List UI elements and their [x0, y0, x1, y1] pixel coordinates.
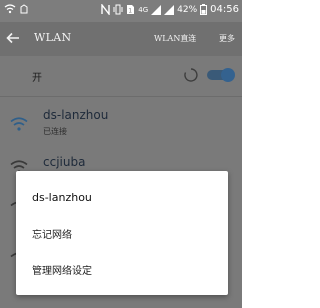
wifi-signal-icon — [10, 117, 28, 131]
page-title: WLAN — [34, 31, 72, 44]
wifi-status-icon — [4, 4, 16, 14]
wlan-switch[interactable] — [207, 68, 235, 82]
wlan-direct-button[interactable]: WLAN直连 — [154, 33, 196, 44]
status-time: 04:56 — [210, 4, 239, 15]
status-bar: 1 4G 42% 04:56 — [0, 0, 242, 22]
signal-icon-2 — [164, 4, 175, 15]
network-name: ccjiuba — [43, 155, 86, 169]
network-type-label: 4G — [138, 5, 149, 14]
nfc-icon — [101, 4, 110, 15]
network-name: ds-lanzhou — [43, 108, 109, 122]
switch-knob — [221, 68, 235, 82]
svg-text:1: 1 — [129, 8, 133, 15]
dialog-title: ds-lanzhou — [32, 191, 92, 204]
forget-network-option[interactable]: 忘记网络 — [32, 226, 72, 241]
app-bar: WLAN WLAN直连 更多 — [0, 22, 242, 56]
vibrate-icon — [113, 4, 123, 15]
notification-icon — [20, 4, 28, 14]
scanning-spinner-icon — [184, 68, 198, 82]
network-options-dialog: ds-lanzhou 忘记网络 管理网络设定 — [16, 171, 228, 295]
network-item[interactable]: ds-lanzhou 已连接 — [0, 101, 242, 149]
more-button[interactable]: 更多 — [219, 33, 235, 44]
wlan-toggle-row[interactable]: 开 — [0, 56, 242, 97]
sim-icon: 1 — [127, 5, 135, 15]
network-status: 已连接 — [43, 127, 67, 136]
manage-network-settings-option[interactable]: 管理网络设定 — [32, 262, 92, 277]
signal-icon — [151, 4, 162, 15]
battery-percent: 42% — [177, 4, 198, 15]
battery-icon — [200, 4, 208, 15]
wlan-toggle-label: 开 — [32, 73, 42, 84]
back-arrow-icon[interactable] — [6, 31, 20, 45]
